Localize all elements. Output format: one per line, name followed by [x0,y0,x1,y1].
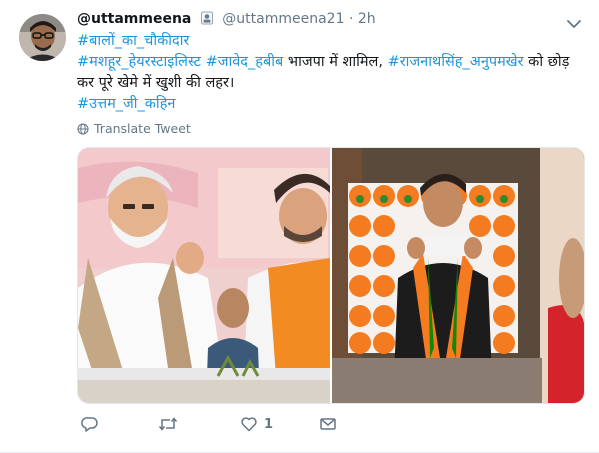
badge-icon [200,11,214,29]
tweet-text: #बालों_का_चौकीदार #मशहूर_हेयरस्टाइलिस्ट … [77,31,577,115]
hashtag[interactable]: #राजनाथसिंह_अनुपमखेर [388,54,524,70]
avatar[interactable] [19,14,66,61]
reply-button[interactable] [81,415,99,433]
hashtag[interactable]: #बालों_का_चौकीदार [77,33,189,49]
reply-icon [81,417,98,432]
tweet-text-segment: भाजपा में शामिल, [283,54,388,70]
like-count: 1 [264,416,274,432]
tweet-header: @uttammeena @uttammeena21 · 2h [77,11,376,29]
separator-dot: · [348,11,354,27]
envelope-icon [320,418,336,430]
heart-icon [241,417,257,432]
translate-tweet-link[interactable]: Translate Tweet [77,121,191,136]
tweet-actions: 1 [77,415,577,437]
direct-message-button[interactable] [319,415,337,433]
hashtag[interactable]: #उत्तम_जी_कहिन [77,96,175,112]
translate-label: Translate Tweet [94,121,191,136]
hashtag[interactable]: #जावेद_हबीब [206,54,284,70]
avatar-image [19,14,66,61]
retweet-icon [158,417,178,431]
photo-left [78,148,330,403]
like-button[interactable]: 1 [240,415,273,433]
chevron-down-icon[interactable] [566,15,582,28]
display-name[interactable]: @uttammeena [77,11,191,27]
handle[interactable]: @uttammeena21 [222,11,344,27]
globe-icon [77,122,89,135]
retweet-button[interactable] [158,415,178,433]
tweet-media[interactable] [77,147,585,404]
media-images [78,148,584,403]
hashtag[interactable]: #मशहूर_हेयरस्टाइलिस्ट [77,54,201,70]
tweet-card[interactable]: @uttammeena @uttammeena21 · 2h #बालों_का… [0,0,599,453]
timestamp[interactable]: 2h [358,11,376,27]
photo-right [332,148,584,403]
